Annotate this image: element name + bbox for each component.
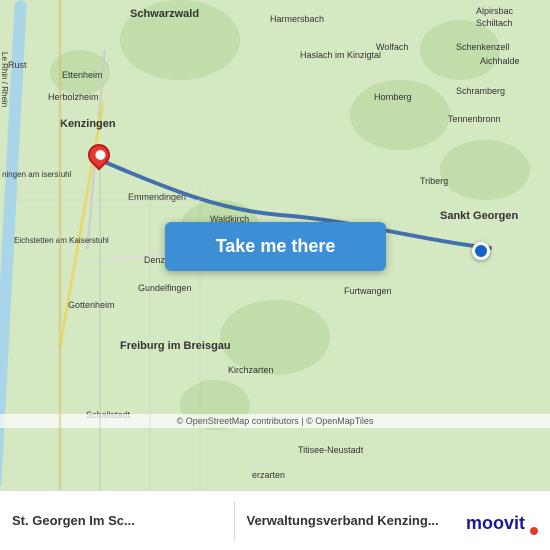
bottom-divider [234, 501, 235, 541]
map-label-gundelfingen: Gundelfingen [138, 283, 192, 293]
map-label-st-georgen: Sankt Georgen [440, 210, 518, 222]
origin-info: St. Georgen Im Sc... [12, 513, 222, 528]
map-label-schramberg: Schramberg [456, 86, 505, 96]
app-container: Schwarzwald Harmersbach Schiltach Alpirs… [0, 0, 550, 550]
map-label-ettenheim: Ettenheim [62, 70, 103, 80]
moovit-logo: moovit [466, 505, 538, 537]
map-label-kenzingen: Kenzingen [60, 118, 116, 130]
terrain-patch [440, 140, 530, 200]
terrain-patch [220, 300, 330, 375]
map-label-freiburg: Freiburg im Breisgau [120, 340, 231, 352]
map-label-kirchzarten: Kirchzarten [228, 365, 274, 375]
destination-marker [472, 242, 490, 260]
pin-dot [93, 148, 107, 162]
map-attribution: © OpenStreetMap contributors | © OpenMap… [0, 414, 550, 428]
map-label-emmendingen: Emmendingen [128, 192, 186, 202]
destination-info: Verwaltungsverband Kenzing... [247, 513, 457, 528]
take-me-there-button[interactable]: Take me there [165, 222, 386, 271]
map-label-ningen: ningen am iserstuhl [2, 170, 71, 179]
pin-head [83, 139, 114, 170]
map-area[interactable]: Schwarzwald Harmersbach Schiltach Alpirs… [0, 0, 550, 490]
map-label-titisee: Titisee-Neustadt [298, 445, 363, 455]
map-label-gottenheim: Gottenheim [68, 300, 115, 310]
map-label-schwarzwald: Schwarzwald [130, 8, 199, 20]
map-label-hornberg: Hornberg [374, 92, 412, 102]
destination-name: Verwaltungsverband Kenzing... [247, 513, 447, 528]
map-label-aichhalden: Aichhalde [480, 56, 520, 66]
map-label-triberg: Triberg [420, 176, 448, 186]
map-label-herbolzheim: Herbolzheim [48, 92, 99, 102]
origin-name: St. Georgen Im Sc... [12, 513, 212, 528]
map-label-tennenbronn: Tennenbronn [448, 114, 501, 124]
origin-marker [88, 144, 110, 172]
map-label-wolfach: Wolfach [376, 42, 408, 52]
terrain-patch [350, 80, 450, 150]
map-label-rust: Rust [8, 60, 27, 70]
map-label-schenkenzell: Schenkenzell [456, 42, 510, 52]
svg-text:moovit: moovit [466, 513, 525, 533]
map-label-harmersbach: Harmersbach [270, 14, 324, 24]
map-label-rhein: Le Rhin / Rhein [0, 52, 9, 107]
map-label-eichstetten: Eichstetten am Kaiserstuhl [14, 236, 109, 245]
map-label-schiltach: Schiltach [476, 18, 513, 28]
map-label-erzarten: erzarten [252, 470, 285, 480]
map-label-haslach: Haslach im Kinzigtal [300, 50, 381, 60]
bottom-bar: St. Georgen Im Sc... Verwaltungsverband … [0, 490, 550, 550]
map-label-alpirsbac: Alpirsbac [476, 6, 513, 16]
moovit-logo-svg: moovit [466, 505, 538, 537]
map-label-furtwangen: Furtwangen [344, 286, 392, 296]
